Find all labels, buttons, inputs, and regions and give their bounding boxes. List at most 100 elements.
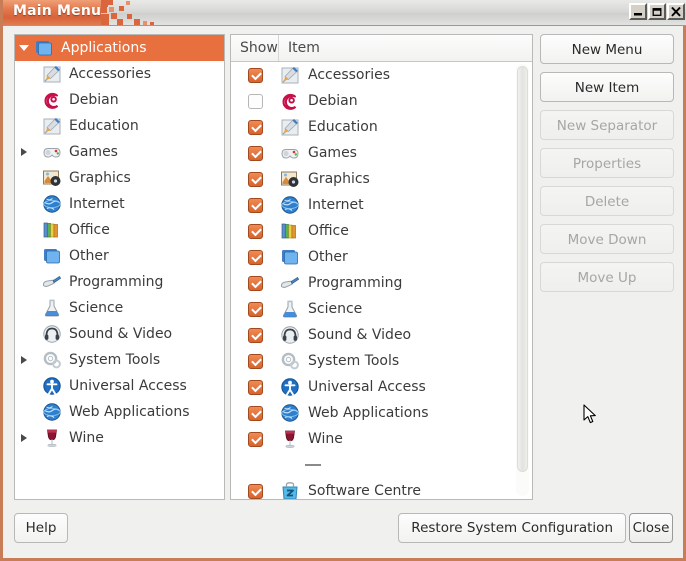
list-row-label: Wine (308, 431, 343, 447)
list-row-label: Web Applications (308, 405, 429, 421)
checkbox-checked-icon[interactable] (248, 276, 263, 291)
new-item-button[interactable]: New Item (540, 72, 674, 102)
show-checkbox-cell[interactable] (231, 224, 279, 239)
debian-swirl-icon (279, 90, 301, 112)
tree-item-system-tools[interactable]: System Tools (15, 347, 224, 373)
tree-item-web-applications[interactable]: Web Applications (15, 399, 224, 425)
show-checkbox-cell[interactable] (231, 146, 279, 161)
show-checkbox-cell[interactable] (231, 354, 279, 369)
checkbox-checked-icon[interactable] (248, 224, 263, 239)
tree-item-internet[interactable]: Internet (15, 191, 224, 217)
checkbox-checked-icon[interactable] (248, 120, 263, 135)
checkbox-checked-icon[interactable] (248, 250, 263, 265)
checkbox-checked-icon[interactable] (248, 146, 263, 161)
list-row[interactable]: Science (231, 296, 532, 322)
checkbox-checked-icon[interactable] (248, 354, 263, 369)
tree-item-label: Science (69, 300, 123, 317)
list-row[interactable]: System Tools (231, 348, 532, 374)
list-row-label: Universal Access (308, 379, 426, 395)
tree-item-other[interactable]: Other (15, 243, 224, 269)
list-row[interactable]: Programming (231, 270, 532, 296)
tree-item-label: Applications (61, 40, 147, 57)
tree-item-label: Programming (69, 274, 163, 291)
chevron-down-icon[interactable] (15, 45, 33, 51)
tree-item-debian[interactable]: Debian (15, 87, 224, 113)
tree-item-applications[interactable]: Applications (15, 35, 224, 61)
tree-item-science[interactable]: Science (15, 295, 224, 321)
close-button[interactable]: Close (629, 513, 673, 543)
tree-item-label: Education (69, 118, 139, 135)
checkbox-checked-icon[interactable] (248, 432, 263, 447)
list-row[interactable]: Education (231, 114, 532, 140)
checkbox-checked-icon[interactable] (248, 68, 263, 83)
minimize-icon[interactable] (629, 3, 647, 20)
menu-tree[interactable]: Applications AccessoriesDebian Education Ga… (14, 34, 225, 500)
show-checkbox-cell[interactable] (231, 94, 279, 109)
list-row[interactable]: Accessories (231, 62, 532, 88)
show-checkbox-cell[interactable] (231, 328, 279, 343)
scrollbar-thumb[interactable] (517, 66, 528, 472)
list-vertical-scrollbar[interactable] (516, 64, 529, 496)
list-row-label: Sound & Video (308, 327, 411, 343)
list-row[interactable]: Sound & Video (231, 322, 532, 348)
tree-item-education[interactable]: Education (15, 113, 224, 139)
title-bar[interactable]: Main Menu (3, 0, 686, 26)
close-icon[interactable] (667, 3, 685, 20)
show-checkbox-cell[interactable] (231, 198, 279, 213)
checkbox-checked-icon[interactable] (248, 406, 263, 421)
list-row[interactable]: Wine (231, 426, 532, 452)
checkbox-checked-icon[interactable] (248, 172, 263, 187)
show-checkbox-cell[interactable] (231, 406, 279, 421)
checkbox-checked-icon[interactable] (248, 328, 263, 343)
restore-system-configuration-button[interactable]: Restore System Configuration (398, 513, 626, 543)
tree-item-office[interactable]: Office (15, 217, 224, 243)
globe-icon (279, 194, 301, 216)
column-header-show[interactable]: Show (231, 35, 279, 61)
list-row[interactable]: Debian (231, 88, 532, 114)
chevron-right-icon[interactable] (15, 434, 33, 442)
show-checkbox-cell[interactable] (231, 302, 279, 317)
list-row[interactable]: Internet (231, 192, 532, 218)
list-row-separator[interactable] (231, 452, 532, 478)
tree-item-wine[interactable]: Wine (15, 425, 224, 451)
tree-item-universal-access[interactable]: Universal Access (15, 373, 224, 399)
checkbox-checked-icon[interactable] (248, 302, 263, 317)
list-row[interactable]: Software Centre (231, 478, 532, 500)
new-menu-button[interactable]: New Menu (540, 34, 674, 64)
tree-item-label: Sound & Video (69, 326, 172, 343)
list-row[interactable]: Universal Access (231, 374, 532, 400)
show-checkbox-cell[interactable] (231, 432, 279, 447)
checkbox-checked-icon[interactable] (248, 198, 263, 213)
accessories-icon (41, 63, 63, 85)
checkbox-unchecked-icon[interactable] (248, 94, 263, 109)
show-checkbox-cell[interactable] (231, 380, 279, 395)
maximize-icon[interactable] (648, 3, 666, 20)
list-row[interactable]: Graphics (231, 166, 532, 192)
list-row[interactable]: Web Applications (231, 400, 532, 426)
checkbox-checked-icon[interactable] (248, 484, 263, 499)
chevron-right-icon[interactable] (15, 356, 33, 364)
list-row[interactable]: Other (231, 244, 532, 270)
tree-item-graphics[interactable]: Graphics (15, 165, 224, 191)
tree-item-games[interactable]: Games (15, 139, 224, 165)
checkbox-checked-icon[interactable] (248, 380, 263, 395)
list-row[interactable]: Office (231, 218, 532, 244)
list-row[interactable]: Games (231, 140, 532, 166)
help-button[interactable]: Help (14, 513, 68, 543)
show-checkbox-cell[interactable] (231, 172, 279, 187)
column-header-item[interactable]: Item (279, 35, 532, 61)
show-checkbox-cell[interactable] (231, 484, 279, 499)
tree-item-label: Other (69, 248, 109, 265)
show-checkbox-cell[interactable] (231, 250, 279, 265)
show-checkbox-cell[interactable] (231, 120, 279, 135)
show-checkbox-cell[interactable] (231, 68, 279, 83)
chevron-right-icon[interactable] (15, 148, 33, 156)
tree-item-programming[interactable]: Programming (15, 269, 224, 295)
show-checkbox-cell[interactable] (231, 276, 279, 291)
menu-item-list[interactable]: Show Item AccessoriesDebianEducationGame… (230, 34, 533, 500)
tree-item-label: Games (69, 144, 118, 161)
tree-item-sound-video[interactable]: Sound & Video (15, 321, 224, 347)
list-row-label: Programming (308, 275, 402, 291)
tree-item-accessories[interactable]: Accessories (15, 61, 224, 87)
tree-item-label: Office (69, 222, 110, 239)
